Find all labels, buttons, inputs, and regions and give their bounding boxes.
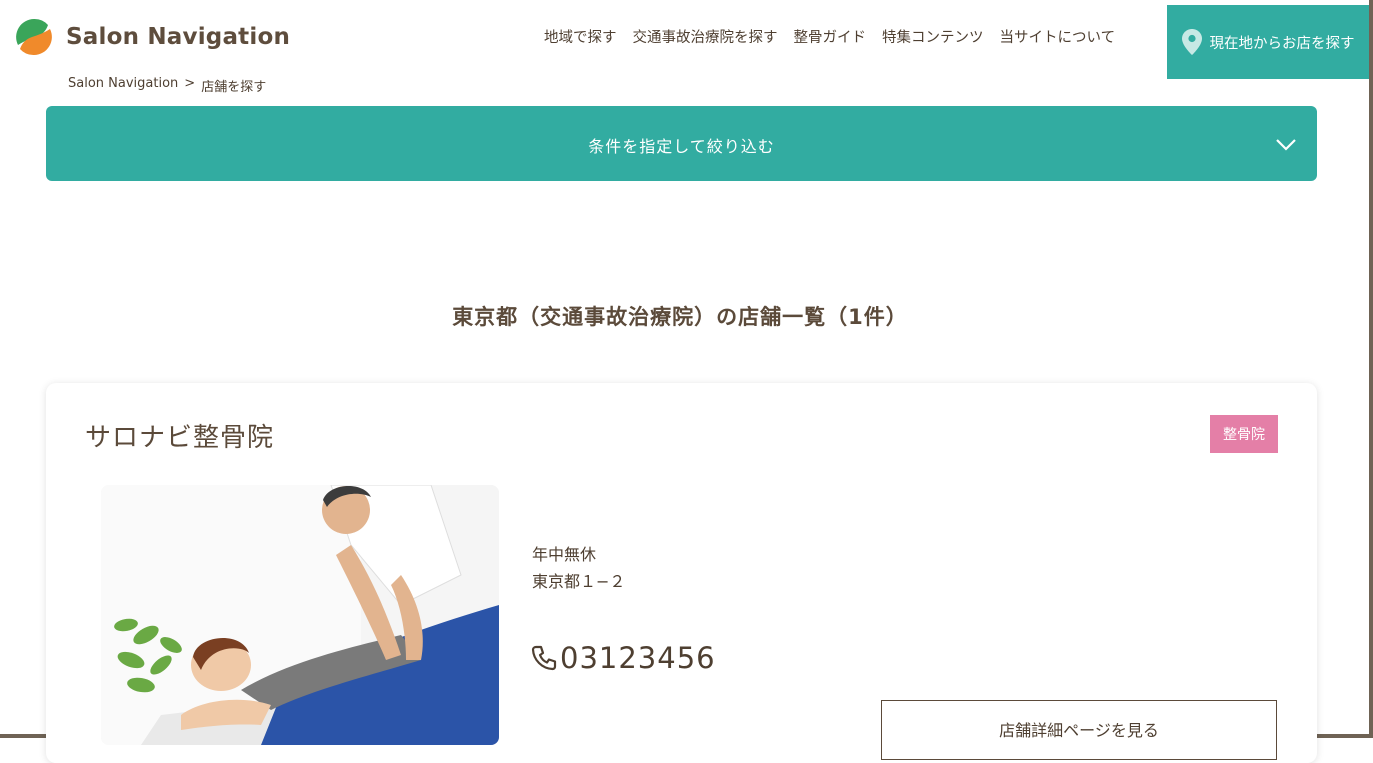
shop-name[interactable]: サロナビ整骨院 xyxy=(85,417,274,454)
chevron-down-icon xyxy=(1276,139,1296,151)
nav-item-features[interactable]: 特集コンテンツ xyxy=(882,26,984,47)
shop-hours: 年中無休 xyxy=(532,545,597,564)
list-heading: 東京都（交通事故治療院）の店舗一覧（1件） xyxy=(452,305,908,329)
breadcrumb: Salon Navigation > 店舗を探す xyxy=(68,76,266,95)
shop-card: サロナビ整骨院 整骨院 年中無休 東京都１−２ 03123456 店舗詳細ページ… xyxy=(46,383,1317,763)
phone-link[interactable]: 03123456 xyxy=(530,641,716,675)
phone-number: 03123456 xyxy=(560,641,716,675)
map-pin-icon xyxy=(1181,29,1202,55)
filter-toggle[interactable]: 条件を指定して絞り込む xyxy=(46,106,1317,181)
breadcrumb-home[interactable]: Salon Navigation xyxy=(68,76,178,95)
breadcrumb-separator: > xyxy=(184,76,196,91)
site-logo[interactable]: Salon Navigation xyxy=(14,16,290,58)
category-badge: 整骨院 xyxy=(1210,415,1278,453)
current-location-button[interactable]: 現在地からお店を探す xyxy=(1167,5,1369,79)
shop-info: 年中無休 東京都１−２ xyxy=(532,541,625,595)
logo-mark-icon xyxy=(16,18,52,56)
logo-text: Salon Navigation xyxy=(66,24,291,50)
filter-label: 条件を指定して絞り込む xyxy=(588,137,775,156)
shop-address: 東京都１−２ xyxy=(532,572,626,591)
nav-item-accident-clinics[interactable]: 交通事故治療院を探す xyxy=(633,26,778,47)
main-nav: 地域で探す 交通事故治療院を探す 整骨ガイド 特集コンテンツ 当サイトについて xyxy=(544,26,1115,47)
nav-item-guide[interactable]: 整骨ガイド xyxy=(794,26,867,47)
current-location-label: 現在地からお店を探す xyxy=(1209,35,1355,52)
window-border-right xyxy=(1369,0,1373,738)
nav-item-area[interactable]: 地域で探す xyxy=(544,26,617,47)
phone-icon xyxy=(531,645,557,671)
nav-item-about[interactable]: 当サイトについて xyxy=(1000,26,1116,47)
shop-photo xyxy=(101,485,499,745)
shop-detail-button[interactable]: 店舗詳細ページを見る xyxy=(881,700,1277,760)
breadcrumb-current: 店舗を探す xyxy=(201,80,267,95)
